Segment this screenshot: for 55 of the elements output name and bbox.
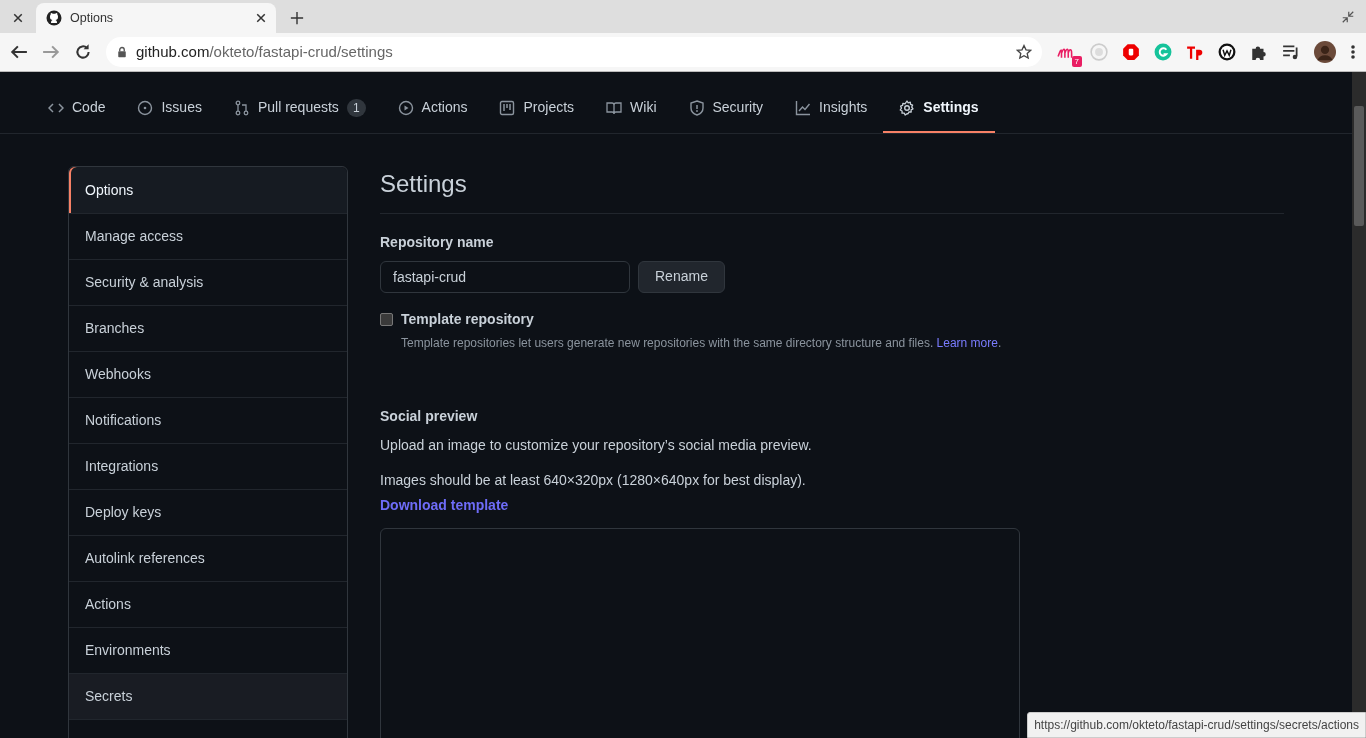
graph-icon xyxy=(795,99,812,116)
field-label: Repository name xyxy=(380,232,495,252)
hand-stop-icon[interactable] xyxy=(1122,43,1140,61)
tp-logo-icon[interactable] xyxy=(1186,43,1204,61)
repo-tab[interactable]: Wiki xyxy=(590,84,673,133)
description-text: Upload an image to customize your repository’s social media preview. xyxy=(380,435,813,455)
description-text: Images should be at least 640×320px (1280×640px for best display). xyxy=(380,470,807,490)
checkbox-label: Template repository xyxy=(401,309,535,329)
settings-icon xyxy=(899,99,916,116)
page-heading: Settings xyxy=(380,166,1284,214)
repo-tab[interactable]: Settings xyxy=(883,84,995,133)
repo-tab[interactable]: Actions xyxy=(381,84,484,133)
section-heading: Social preview xyxy=(380,406,479,426)
minimize-icon[interactable] xyxy=(1342,11,1354,23)
repo-tab[interactable]: Security xyxy=(672,84,780,133)
close-icon[interactable] xyxy=(256,13,266,23)
address-bar[interactable]: github.com/okteto/fastapi-crud/settings xyxy=(106,37,1042,67)
repo-tab[interactable]: Issues xyxy=(121,84,218,133)
sidebar-item[interactable]: Secrets xyxy=(69,673,347,719)
repo-tab[interactable]: Code xyxy=(32,84,122,133)
repo-tab[interactable]: Projects xyxy=(483,84,591,133)
extension-badge: 7 xyxy=(1071,56,1082,67)
board-icon xyxy=(499,99,516,116)
shield-icon xyxy=(688,99,705,116)
sidebar-item[interactable]: Options xyxy=(69,167,347,213)
circle-dot-icon xyxy=(137,99,154,116)
play-icon xyxy=(397,99,414,116)
lock-icon xyxy=(116,45,128,59)
status-url: https://github.com/okteto/fastapi-crud/settings/secrets/actions xyxy=(1027,712,1366,738)
count-badge: 1 xyxy=(346,98,366,117)
rename-button[interactable]: Rename xyxy=(638,260,725,293)
new-tab-icon[interactable] xyxy=(290,11,304,25)
pull-request-icon xyxy=(233,99,250,116)
browser-tab[interactable]: Options xyxy=(36,3,276,33)
back-arrow-icon[interactable] xyxy=(10,43,28,61)
w-circle-icon[interactable] xyxy=(1218,43,1236,61)
tab-title: Options xyxy=(70,9,115,27)
avatar-icon[interactable] xyxy=(1314,41,1336,63)
star-icon[interactable] xyxy=(1016,44,1032,60)
checkbox[interactable] xyxy=(380,312,393,326)
url-text: github.com/okteto/fastapi-crud/settings xyxy=(136,41,394,62)
forward-arrow-icon[interactable] xyxy=(42,43,60,61)
github-logo-icon xyxy=(46,10,62,26)
close-icon[interactable] xyxy=(13,13,23,23)
help-text: Template repositories let users generate new repositories with the same directory structure and files. Learn more. xyxy=(401,334,1002,352)
more-menu-icon[interactable] xyxy=(1350,43,1356,61)
repo-tab[interactable]: Insights xyxy=(779,84,884,133)
book-icon xyxy=(606,99,623,116)
repo-tab[interactable]: Pull requests 1 xyxy=(217,84,382,133)
learn-more-link[interactable]: Learn more xyxy=(936,335,998,350)
download-template-link[interactable]: Download template xyxy=(380,496,509,513)
repository-name-field[interactable]: fastapi-crud xyxy=(380,260,630,293)
scrollbar-thumb[interactable] xyxy=(1354,106,1364,226)
reload-icon[interactable] xyxy=(74,43,92,61)
playlist-icon[interactable] xyxy=(1282,43,1300,61)
